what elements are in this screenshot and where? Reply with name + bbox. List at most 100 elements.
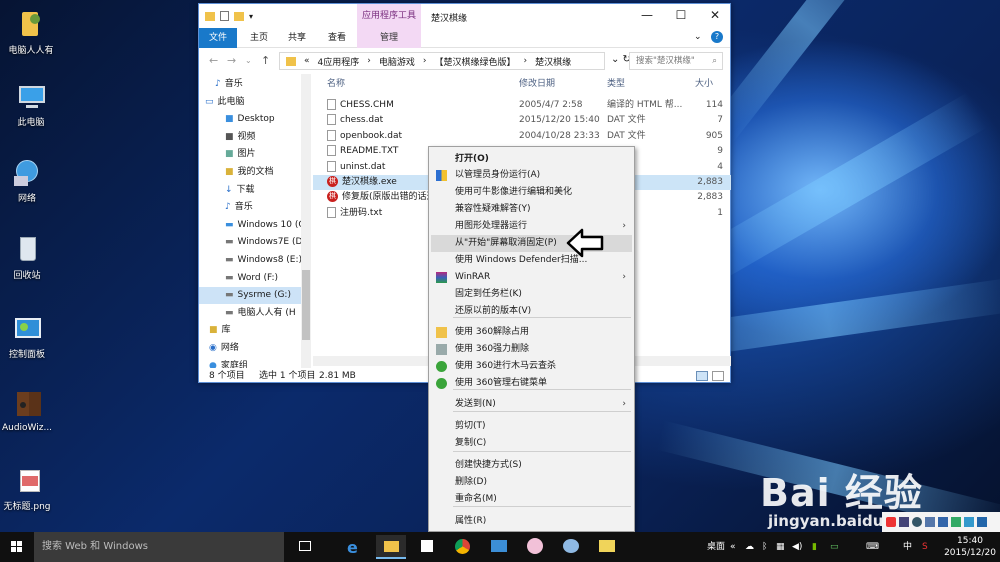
taskbar-chrome[interactable] <box>448 535 478 559</box>
desktop-icon-png[interactable]: 无标题.png <box>0 466 58 512</box>
file-row[interactable]: chess.dat 2015/12/20 15:40 DAT 文件 7 <box>313 113 731 128</box>
maximize-button[interactable]: ☐ <box>664 4 698 28</box>
back-arrow-icon[interactable]: ← <box>209 54 218 67</box>
chevron-down-icon[interactable]: ⌄ <box>694 32 702 42</box>
taskbar-app-paint[interactable] <box>556 535 586 559</box>
column-header-size[interactable]: 大小 <box>695 74 713 94</box>
breadcrumb-part[interactable]: 4应用程序 <box>318 55 360 68</box>
tab-view[interactable]: 查看 <box>321 28 353 48</box>
minimize-button[interactable]: — <box>630 4 664 28</box>
nav-item[interactable]: ■ Desktop <box>199 111 301 128</box>
title-bar[interactable]: ▾ 应用程序工具 楚汉棋缘 — ☐ ✕ <box>199 4 730 28</box>
nav-item[interactable]: ♪ 音乐 <box>199 76 301 93</box>
nav-item[interactable]: ▬ Word (F:) <box>199 270 301 287</box>
taskbar-file-explorer[interactable] <box>376 535 406 559</box>
nav-scrollbar[interactable] <box>301 74 311 368</box>
forward-arrow-icon[interactable]: → <box>227 54 236 67</box>
desktop-toolbar-label[interactable]: 桌面 <box>707 532 725 562</box>
cloud-icon[interactable]: ☁ <box>745 532 754 562</box>
tab-manage[interactable]: 管理 <box>357 28 421 48</box>
column-header-type[interactable]: 类型 <box>607 74 625 94</box>
keyboard-icon[interactable] <box>938 517 948 527</box>
chevron-down-icon[interactable]: ▾ <box>249 12 253 21</box>
nav-item[interactable]: ◉ 网络 <box>199 340 301 357</box>
breadcrumb-part[interactable]: 楚汉棋缘 <box>535 55 571 68</box>
skin-icon[interactable] <box>964 517 974 527</box>
nav-item[interactable]: ♪ 音乐 <box>199 199 301 216</box>
user-icon[interactable] <box>951 517 961 527</box>
context-menu-item[interactable]: 剪切(T) <box>431 418 632 435</box>
taskbar-app-image[interactable] <box>592 535 622 559</box>
tab-home[interactable]: 主页 <box>243 28 275 48</box>
desktop-icon-this-pc[interactable]: 此电脑 <box>0 82 62 128</box>
moon-icon[interactable] <box>912 517 922 527</box>
desktop-icon-network[interactable]: 网络 <box>0 158 58 204</box>
volume-icon[interactable]: ◀) <box>792 532 802 562</box>
desktop-icon-control-panel[interactable]: 控制面板 <box>0 314 58 360</box>
new-folder-icon[interactable] <box>234 11 244 21</box>
nav-item[interactable]: ■ 视频 <box>199 129 301 146</box>
ime-mode-icon[interactable]: ⌨ <box>866 532 879 562</box>
context-menu-item[interactable]: 以管理员身份运行(A) <box>431 167 632 184</box>
column-header-name[interactable]: 名称 <box>327 74 345 94</box>
desktop-icon-user[interactable]: 电脑人人有 <box>0 10 62 56</box>
breadcrumb-part[interactable]: 电脑游戏 <box>379 55 415 68</box>
context-menu-item[interactable]: 兼容性疑难解答(Y) <box>431 201 632 218</box>
desktop-icon-audiowizard[interactable]: AudioWiz... <box>0 390 58 433</box>
nav-item[interactable]: ▬ Windows7E (D <box>199 234 302 251</box>
context-menu-item[interactable]: WinRAR › <box>431 269 632 286</box>
ime-language[interactable]: 中 <box>903 532 912 562</box>
context-menu-item[interactable]: 属性(R) <box>431 513 632 530</box>
tray-overflow-icon[interactable]: « <box>730 532 736 562</box>
address-breadcrumb[interactable]: « 4应用程序 › 电脑游戏 › 【楚汉棋缘绿色版】 › 楚汉棋缘 <box>279 52 605 70</box>
nav-item[interactable]: ▬ Sysrme (G:) <box>199 287 301 305</box>
nav-item[interactable]: ▬ Windows8 (E:) <box>199 252 302 269</box>
context-menu-item[interactable]: 使用可牛影像进行编辑和美化 <box>431 184 632 201</box>
breadcrumb-part[interactable]: 【楚汉棋缘绿色版】 <box>434 55 515 68</box>
search-input[interactable]: 搜索"楚汉棋缘" ⌕ <box>629 52 723 70</box>
close-button[interactable]: ✕ <box>698 4 732 28</box>
context-menu-item[interactable]: 固定到任务栏(K) <box>431 286 632 303</box>
sogou-icon[interactable]: S <box>922 532 928 562</box>
details-view-icon[interactable] <box>696 371 708 381</box>
nvidia-icon[interactable]: ▮ <box>812 532 817 562</box>
tools-icon[interactable] <box>977 517 987 527</box>
start-button[interactable] <box>0 532 34 562</box>
context-menu-item[interactable]: 复制(C) <box>431 435 632 452</box>
context-menu-item[interactable]: 删除(D) <box>431 474 632 491</box>
taskbar-edge[interactable]: e <box>340 535 370 559</box>
properties-check-icon[interactable] <box>220 11 229 21</box>
large-icons-view-icon[interactable] <box>712 371 724 381</box>
up-arrow-icon[interactable]: ↑ <box>261 54 270 67</box>
context-menu-item[interactable]: 使用 360强力删除 <box>431 341 632 358</box>
network-icon[interactable]: ▦ <box>776 532 785 562</box>
context-menu-item[interactable]: 使用 360进行木马云查杀 <box>431 358 632 375</box>
desktop-icon-recycle-bin[interactable]: 回收站 <box>0 235 58 281</box>
breadcrumb-overflow[interactable]: « <box>304 56 310 66</box>
file-row[interactable]: openbook.dat 2004/10/28 23:33 DAT 文件 905 <box>313 129 731 144</box>
nav-item[interactable]: ▬ 电脑人人有 (H <box>199 305 301 322</box>
taskbar-app-blue[interactable] <box>484 535 514 559</box>
nav-item[interactable]: ■ 图片 <box>199 146 301 163</box>
punctuation-icon[interactable] <box>925 517 935 527</box>
nav-item[interactable]: ■ 库 <box>199 322 301 339</box>
nav-item[interactable]: ■ 我的文档 <box>199 164 301 181</box>
battery-icon[interactable]: ▭ <box>830 532 839 562</box>
folder-icon[interactable] <box>205 11 215 21</box>
task-view-button[interactable] <box>290 535 320 559</box>
nav-item[interactable]: ● 家庭组 <box>199 358 301 368</box>
taskbar-app-avatar[interactable] <box>520 535 550 559</box>
nav-item[interactable]: ▭ 此电脑 <box>199 94 301 111</box>
file-row[interactable]: CHESS.CHM 2005/4/7 2:58 编译的 HTML 帮... 114 <box>313 98 731 113</box>
taskbar-store[interactable] <box>412 535 442 559</box>
bluetooth-icon[interactable]: ᛒ <box>762 532 767 562</box>
context-menu-item[interactable]: 使用 360解除占用 <box>431 324 632 341</box>
ime-chinese-icon[interactable] <box>899 517 909 527</box>
context-menu-item[interactable]: 创建快捷方式(S) <box>431 457 632 474</box>
chevron-down-icon[interactable]: ⌄ <box>245 56 252 65</box>
taskbar-clock[interactable]: 15:40 2015/12/20 <box>942 535 998 559</box>
help-icon[interactable]: ? <box>711 31 723 43</box>
nav-item[interactable]: ↓ 下载 <box>199 182 301 199</box>
ime-s-icon[interactable] <box>886 517 896 527</box>
context-menu-item[interactable]: 打开(O) <box>431 151 632 168</box>
